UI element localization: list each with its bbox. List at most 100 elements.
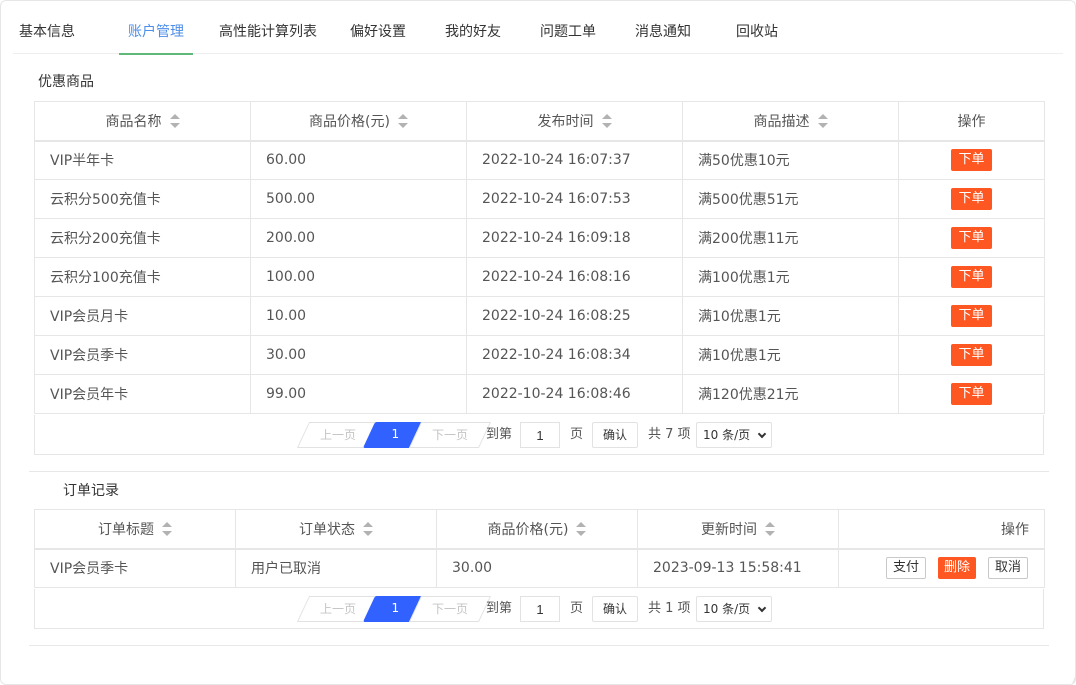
place-order-button[interactable]: 下单 [951, 305, 992, 327]
product-price: 200.00 [250, 218, 467, 258]
goto-page-input[interactable] [520, 422, 560, 448]
sort-icon[interactable] [363, 521, 373, 536]
order-price: 30.00 [436, 548, 638, 588]
product-name: 云积分200充值卡 [34, 218, 251, 258]
next-page-button[interactable]: 下一页 [408, 596, 492, 622]
product-price: 99.00 [250, 374, 467, 414]
product-desc: 满10优惠1元 [682, 335, 899, 375]
product-name: 云积分500充值卡 [34, 179, 251, 219]
column-header-update-time[interactable]: 更新时间 [637, 509, 839, 550]
product-time: 2022-10-24 16:08:16 [466, 257, 683, 297]
tab-hpc-list[interactable]: 高性能计算列表 [213, 11, 323, 54]
total-count: 共 1 项 [648, 601, 691, 616]
product-desc: 满120优惠21元 [682, 374, 899, 414]
product-desc: 满50优惠10元 [682, 140, 899, 180]
goto-page-input[interactable] [520, 596, 560, 622]
sort-icon[interactable] [397, 113, 408, 128]
next-page-button[interactable]: 下一页 [408, 422, 492, 448]
orders-section-title: 订单记录 [63, 483, 119, 499]
pay-button[interactable]: 支付 [885, 557, 926, 580]
orders-table: 订单标题 订单状态 商品价格(元) 更新时间 操作 VIP会员季卡 用户已取消 … [34, 509, 1045, 588]
table-row: VIP会员季卡 30.00 2022-10-24 16:08:34 满10优惠1… [34, 335, 1045, 375]
product-price: 100.00 [250, 257, 467, 297]
products-table: 商品名称 商品价格(元) 发布时间 商品描述 操作 VIP半年卡 60.00 2… [34, 101, 1045, 414]
product-time: 2022-10-24 16:09:18 [466, 218, 683, 258]
table-row: VIP会员月卡 10.00 2022-10-24 16:08:25 满10优惠1… [34, 296, 1045, 336]
sort-icon[interactable] [601, 113, 612, 128]
column-header-name[interactable]: 商品名称 [34, 101, 251, 142]
table-row: 云积分100充值卡 100.00 2022-10-24 16:08:16 满10… [34, 257, 1045, 297]
column-header-order-title[interactable]: 订单标题 [34, 509, 236, 550]
place-order-button[interactable]: 下单 [951, 149, 992, 172]
sort-icon[interactable] [576, 521, 587, 536]
table-row: 云积分200充值卡 200.00 2022-10-24 16:09:18 满20… [34, 218, 1045, 258]
page-size-select[interactable]: 10 条/页 [696, 596, 772, 622]
tab-my-friends[interactable]: 我的好友 [438, 11, 508, 54]
product-time: 2022-10-24 16:07:53 [466, 179, 683, 219]
products-pagination: 上一页 1 下一页 到第 页 确认 共 7 项 10 条/页 [35, 422, 1045, 448]
delete-button[interactable]: 删除 [937, 557, 976, 580]
chevron-down-icon [757, 429, 767, 439]
column-header-action: 操作 [898, 101, 1045, 142]
table-row: VIP会员年卡 99.00 2022-10-24 16:08:46 满120优惠… [34, 374, 1045, 414]
place-order-button[interactable]: 下单 [951, 188, 992, 210]
page-size-select[interactable]: 10 条/页 [696, 422, 772, 448]
account-panel: 基本信息 账户管理 高性能计算列表 偏好设置 我的好友 问题工单 消息通知 回收… [0, 0, 1076, 685]
tab-bar: 基本信息 账户管理 高性能计算列表 偏好设置 我的好友 问题工单 消息通知 回收… [13, 11, 1063, 55]
tab-account-management[interactable]: 账户管理 [119, 11, 193, 55]
product-time: 2022-10-24 16:07:37 [466, 140, 683, 180]
tab-notifications[interactable]: 消息通知 [628, 11, 698, 54]
product-price: 500.00 [250, 179, 467, 219]
table-row: VIP会员季卡 用户已取消 30.00 2023-09-13 15:58:41 … [34, 548, 1045, 588]
table-row: VIP半年卡 60.00 2022-10-24 16:07:37 满50优惠10… [34, 140, 1045, 180]
chevron-down-icon [757, 603, 767, 613]
product-price: 60.00 [250, 140, 467, 180]
orders-pagination: 上一页 1 下一页 到第 页 确认 共 1 项 10 条/页 [35, 596, 1045, 622]
column-header-order-action: 操作 [838, 509, 1045, 550]
section-divider [29, 471, 1049, 472]
product-price: 30.00 [250, 335, 467, 375]
page-unit-label: 页 [570, 427, 584, 442]
tab-recycle-bin[interactable]: 回收站 [728, 11, 786, 54]
order-status: 用户已取消 [235, 548, 437, 588]
product-name: 云积分100充值卡 [34, 257, 251, 297]
column-header-price[interactable]: 商品价格(元) [250, 101, 467, 142]
tab-tickets[interactable]: 问题工单 [533, 11, 603, 54]
product-desc: 满10优惠1元 [682, 296, 899, 336]
sort-icon[interactable] [162, 521, 172, 536]
product-desc: 满100优惠1元 [682, 257, 899, 297]
products-section-title: 优惠商品 [38, 74, 94, 90]
sort-icon[interactable] [765, 521, 775, 536]
product-time: 2022-10-24 16:08:46 [466, 374, 683, 414]
column-header-order-price[interactable]: 商品价格(元) [436, 509, 638, 550]
orders-header-row: 订单标题 订单状态 商品价格(元) 更新时间 操作 [34, 509, 1045, 550]
product-time: 2022-10-24 16:08:34 [466, 335, 683, 375]
table-row: 云积分500充值卡 500.00 2022-10-24 16:07:53 满50… [34, 179, 1045, 219]
place-order-button[interactable]: 下单 [951, 383, 992, 405]
page-unit-label: 页 [570, 601, 584, 616]
goto-label: 到第 [486, 427, 513, 442]
product-name: VIP会员月卡 [34, 296, 251, 336]
product-desc: 满200优惠11元 [682, 218, 899, 258]
order-title: VIP会员季卡 [34, 548, 236, 588]
products-header-row: 商品名称 商品价格(元) 发布时间 商品描述 操作 [34, 101, 1045, 142]
column-header-time[interactable]: 发布时间 [466, 101, 683, 142]
tab-preferences[interactable]: 偏好设置 [343, 11, 413, 54]
product-name: VIP会员年卡 [34, 374, 251, 414]
sort-icon[interactable] [817, 113, 828, 128]
goto-confirm-button[interactable]: 确认 [592, 422, 638, 448]
product-desc: 满500优惠51元 [682, 179, 899, 219]
product-name: VIP会员季卡 [34, 335, 251, 375]
place-order-button[interactable]: 下单 [951, 344, 992, 366]
goto-confirm-button[interactable]: 确认 [592, 596, 638, 622]
product-name: VIP半年卡 [34, 140, 251, 180]
total-count: 共 7 项 [648, 427, 691, 442]
place-order-button[interactable]: 下单 [951, 266, 992, 288]
tab-basic-info[interactable]: 基本信息 [13, 11, 81, 54]
section-divider [29, 645, 1049, 646]
place-order-button[interactable]: 下单 [951, 227, 992, 249]
column-header-desc[interactable]: 商品描述 [682, 101, 899, 142]
column-header-order-status[interactable]: 订单状态 [235, 509, 437, 550]
sort-icon[interactable] [169, 113, 180, 128]
cancel-button[interactable]: 取消 [987, 557, 1028, 580]
